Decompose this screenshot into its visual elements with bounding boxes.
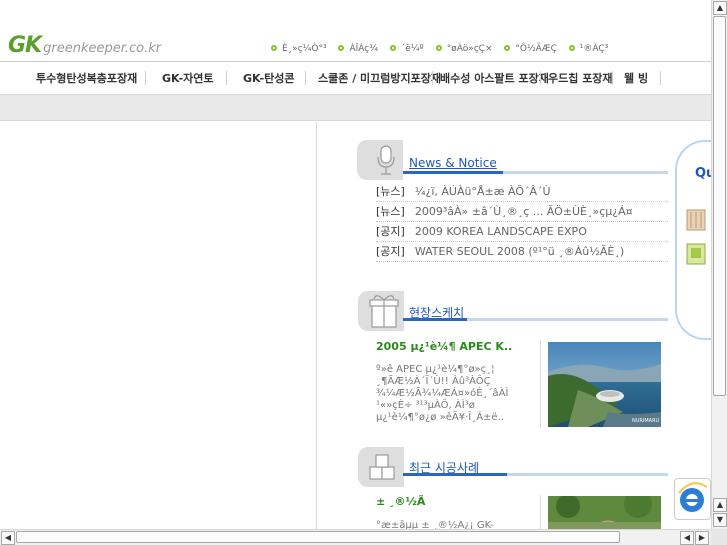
quick-menu-icons bbox=[686, 209, 706, 265]
news-title-underline bbox=[403, 171, 668, 174]
news-category: [공지] bbox=[376, 245, 405, 258]
thumb-divider bbox=[540, 495, 541, 529]
logo-site-name: greenkeeper.co.kr bbox=[43, 41, 162, 56]
list-item[interactable]: [뉴스] 2009³âÀ» ±â´Ù¸®¸ç ... ÃÖ±ÙÈ¸»çµ¿Á¤ bbox=[376, 202, 668, 222]
recent-title-underline bbox=[403, 473, 668, 476]
quick-menu-label: Qu bbox=[695, 166, 711, 181]
thumb-divider bbox=[540, 340, 541, 428]
main-menu-bar: 투수형탄성복층포장재 GK-자연토 GK-탄성콘 스쿨존 / 미끄럼방지포장재 … bbox=[0, 61, 711, 94]
bullet-icon bbox=[338, 45, 345, 51]
top-link-company[interactable]: È¸»ç¼Ò°³ bbox=[282, 44, 327, 54]
vertical-scrollbar[interactable]: ▲ ▲ ▼ bbox=[711, 0, 727, 529]
scroll-left-arrow-icon[interactable]: ◀ bbox=[680, 531, 694, 545]
scroll-left-arrow-icon[interactable]: ◀ bbox=[1, 531, 15, 545]
news-headline[interactable]: ¼¿ï, ÀÚÀü°Å±æ ÀÕ´Â´Ù bbox=[415, 185, 551, 198]
bullet-icon bbox=[389, 45, 396, 51]
quick-menu[interactable]: Qu bbox=[675, 140, 711, 340]
news-section-title[interactable]: News & Notice bbox=[409, 156, 497, 170]
menu-divider bbox=[432, 71, 433, 85]
menu-item-woodchip[interactable]: 우드칩 포장재 bbox=[548, 70, 613, 86]
top-link-recruit[interactable]: ÀÎÀç¼ bbox=[349, 44, 377, 54]
menu-item-schoolzone[interactable]: 스쿨존 / 미끄럼방지포장재 bbox=[318, 70, 441, 86]
news-headline[interactable]: 2009 KOREA LANDSCAPE EXPO bbox=[415, 225, 587, 238]
top-link-agency[interactable]: ´ë¼º bbox=[401, 44, 424, 54]
menu-divider bbox=[660, 71, 661, 85]
news-headline[interactable]: 2009³âÀ» ±â´Ù¸®¸ç ... ÃÖ±ÙÈ¸»çµ¿Á¤ bbox=[415, 205, 633, 218]
boxes-icon bbox=[358, 447, 404, 487]
top-utility-nav: È¸»ç¼Ò°³ ÀÎÀç¼ ´ë¼º °øÁö»çÇ× °Ô½ÃÆÇ ¹®ÀÇ… bbox=[268, 44, 614, 54]
bullet-icon bbox=[435, 45, 442, 51]
scroll-up-arrow-icon[interactable]: ▲ bbox=[713, 498, 727, 512]
bullet-icon bbox=[568, 45, 575, 51]
sketch-photo[interactable]: NURIMARU bbox=[548, 342, 661, 427]
menu-divider bbox=[305, 71, 306, 85]
menu-item-gk-natural[interactable]: GK-자연토 bbox=[162, 70, 214, 86]
bullet-icon bbox=[504, 45, 511, 51]
menu-item-wellbeing[interactable]: 웰 빙 bbox=[624, 70, 648, 86]
sketch-title-underline bbox=[403, 318, 668, 321]
content-divider bbox=[316, 122, 317, 529]
sketch-post-body: º»ê APEC µ¿¹è¼¶°ø»ç¸¦ ¸¶ÃÆ½À´Ï´Ù!! Àû³ÀÔ… bbox=[376, 364, 509, 423]
news-category: [공지] bbox=[376, 225, 405, 238]
news-category: [뉴스] bbox=[376, 185, 405, 198]
menu-divider bbox=[226, 71, 227, 85]
recent-post-body: °æ±âµµ ± ¸®½Ã¿¡ GK- bbox=[376, 520, 494, 529]
top-link-inquiry[interactable]: ¹®ÀÇ³ bbox=[580, 44, 609, 54]
browser-viewport: GK greenkeeper.co.kr È¸»ç¼Ò°³ ÀÎÀç¼ ´ë¼º … bbox=[0, 0, 711, 529]
news-category: [뉴스] bbox=[376, 205, 405, 218]
list-item[interactable]: [공지] WATER SEOUL 2008 (º¹°ü ¸®Àû½ÃÈ¸) bbox=[376, 242, 668, 262]
photo-caption: NURIMARU bbox=[632, 418, 660, 424]
sub-menu-bar bbox=[0, 94, 711, 121]
top-link-board[interactable]: °Ô½ÃÆÇ bbox=[515, 44, 557, 54]
menu-divider bbox=[540, 71, 541, 85]
menu-item-permeable[interactable]: 투수형탄성복층포장재 bbox=[36, 70, 137, 86]
top-link-notice[interactable]: °øÁö»çÇ× bbox=[447, 44, 493, 54]
horizontal-scroll-thumb[interactable] bbox=[16, 531, 620, 543]
menu-item-drainage-asphalt[interactable]: 배수성 아스팔트 포장재 bbox=[440, 70, 549, 86]
logo-mark: GK bbox=[8, 33, 42, 58]
bullet-icon bbox=[271, 45, 277, 51]
news-list: [뉴스] ¼¿ï, ÀÚÀü°Å±æ ÀÕ´Â´Ù [뉴스] 2009³âÀ» ±â… bbox=[376, 182, 668, 262]
list-item[interactable]: [뉴스] ¼¿ï, ÀÚÀü°Å±æ ÀÕ´Â´Ù bbox=[376, 182, 668, 202]
scroll-down-arrow-icon[interactable]: ▼ bbox=[713, 513, 727, 527]
scroll-up-arrow-icon[interactable]: ▲ bbox=[713, 1, 727, 15]
list-item[interactable]: [공지] 2009 KOREA LANDSCAPE EXPO bbox=[376, 222, 668, 242]
menu-divider bbox=[145, 71, 146, 85]
scroll-right-arrow-icon[interactable]: ▶ bbox=[695, 531, 709, 545]
recent-post-title[interactable]: ± ¸®½Ã bbox=[376, 495, 425, 508]
site-logo[interactable]: GK greenkeeper.co.kr bbox=[8, 33, 161, 58]
vertical-scroll-thumb[interactable] bbox=[713, 16, 726, 396]
menu-item-gk-elastic[interactable]: GK-탄성콘 bbox=[243, 70, 295, 86]
sketch-post-title[interactable]: 2005 µ¿¹è¼¶ APEC K.. bbox=[376, 340, 512, 353]
recent-photo[interactable] bbox=[548, 496, 661, 529]
menu-divider bbox=[612, 71, 613, 85]
microphone-icon bbox=[357, 140, 403, 180]
ie-browser-icon[interactable] bbox=[674, 478, 711, 520]
gift-box-icon bbox=[358, 291, 404, 331]
horizontal-scrollbar[interactable]: ◀ ◀ ▶ bbox=[0, 529, 711, 545]
scrollbar-corner bbox=[711, 529, 727, 545]
news-headline[interactable]: WATER SEOUL 2008 (º¹°ü ¸®Àû½ÃÈ¸) bbox=[415, 245, 624, 258]
